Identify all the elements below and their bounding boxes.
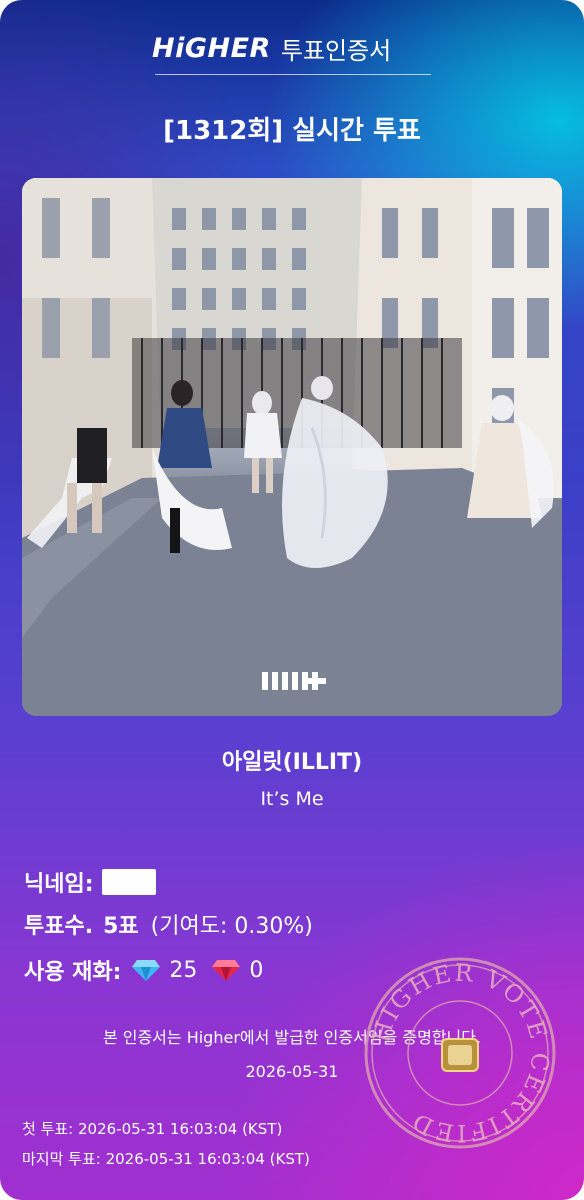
certified-stamp: HIGHER VOTE CERTIFIED bbox=[364, 957, 556, 1149]
nickname-label: 닉네임: bbox=[24, 872, 94, 897]
round-title: [1312회] 실시간 투표 bbox=[163, 116, 421, 146]
first-vote-time: 첫 투표: 2026-05-31 16:03:04 (KST) bbox=[22, 1120, 283, 1138]
certificate-header: HiGHER 투표인증서 bbox=[152, 30, 432, 66]
votes-value: 5표 bbox=[103, 914, 139, 939]
blue-diamond-icon bbox=[132, 960, 161, 981]
vote-certificate-card: HiGHER 투표인증서 [1312회] 실시간 투표 아일릿(ILLIT) I… bbox=[0, 0, 584, 1200]
song-title: It’s Me bbox=[260, 788, 324, 810]
red-diamond-icon bbox=[212, 960, 241, 981]
contribution-value: (기여도: 0.30%) bbox=[150, 914, 313, 939]
blue-diamond-count: 25 bbox=[169, 957, 198, 983]
votes-label: 투표수. bbox=[24, 914, 94, 939]
last-vote-time: 마지막 투표: 2026-05-31 16:03:04 (KST) bbox=[22, 1150, 310, 1168]
header-suffix: 투표인증서 bbox=[280, 36, 392, 65]
red-diamond-count: 0 bbox=[249, 957, 264, 983]
header-divider bbox=[155, 74, 431, 75]
nickname-redacted bbox=[101, 869, 156, 895]
currency-label: 사용 재화: bbox=[24, 960, 122, 985]
nickname-row: 닉네임: bbox=[24, 866, 156, 898]
artist-name: 아일릿(ILLIT) bbox=[221, 750, 363, 775]
album-photo bbox=[22, 178, 562, 716]
votes-row: 투표수. 5표 (기여도: 0.30%) bbox=[24, 908, 313, 940]
higher-logo: HiGHER bbox=[152, 32, 271, 64]
album-photo-illustration bbox=[22, 178, 562, 716]
currency-row: 사용 재화: 25 0 bbox=[24, 954, 263, 986]
